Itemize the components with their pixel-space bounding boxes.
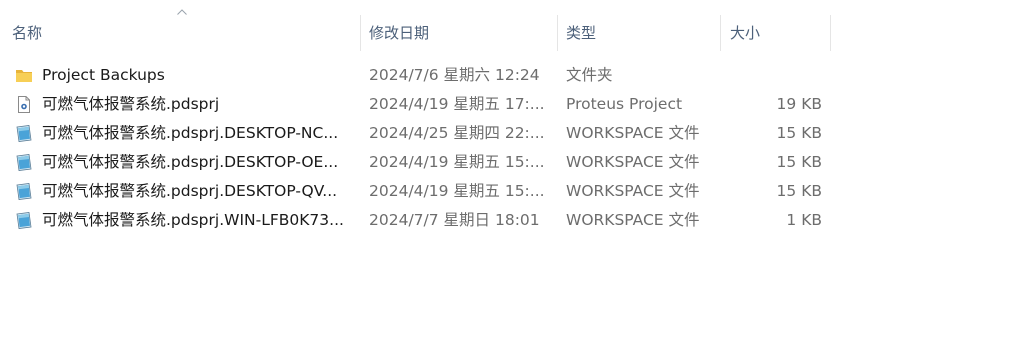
- file-size: 15 KB: [776, 182, 822, 200]
- file-name: 可燃气体报警系统.pdsprj: [42, 95, 220, 113]
- file-type: 文件夹: [566, 66, 613, 84]
- file-type: WORKSPACE 文件: [566, 124, 700, 142]
- file-row[interactable]: 可燃气体报警系统.pdsprj 2024/4/19 星期五 17:... Pro…: [0, 90, 1024, 119]
- proteus-file-icon: [15, 96, 33, 113]
- workspace-file-icon: [15, 125, 33, 142]
- file-size: 1 KB: [786, 211, 822, 229]
- file-name: 可燃气体报警系统.pdsprj.DESKTOP-OE...: [42, 153, 339, 171]
- file-date: 2024/4/25 星期四 22:...: [369, 124, 545, 142]
- file-size: 15 KB: [776, 153, 822, 171]
- file-name: 可燃气体报警系统.pdsprj.DESKTOP-QV...: [42, 182, 338, 200]
- workspace-file-icon: [15, 212, 33, 229]
- file-type: Proteus Project: [566, 95, 683, 113]
- file-type: WORKSPACE 文件: [566, 153, 700, 171]
- file-size: 15 KB: [776, 124, 822, 142]
- folder-icon: [15, 67, 33, 84]
- column-header-name[interactable]: 名称: [0, 15, 361, 51]
- file-row[interactable]: 可燃气体报警系统.pdsprj.WIN-LFB0K73... 2024/7/7 …: [0, 206, 1024, 235]
- column-header-date[interactable]: 修改日期: [361, 15, 558, 51]
- file-type: WORKSPACE 文件: [566, 211, 700, 229]
- file-name: 可燃气体报警系统.pdsprj.DESKTOP-NC...: [42, 124, 339, 142]
- file-date: 2024/4/19 星期五 17:...: [369, 95, 545, 113]
- file-type: WORKSPACE 文件: [566, 182, 700, 200]
- file-size: 19 KB: [776, 95, 822, 113]
- file-date: 2024/7/6 星期六 12:24: [369, 66, 540, 84]
- file-date: 2024/4/19 星期五 15:...: [369, 182, 545, 200]
- file-name: 可燃气体报警系统.pdsprj.WIN-LFB0K73...: [42, 211, 344, 229]
- column-header-bar: 名称 修改日期 类型 大小: [0, 0, 1024, 51]
- column-header-size[interactable]: 大小: [721, 15, 831, 51]
- file-row[interactable]: 可燃气体报警系统.pdsprj.DESKTOP-NC... 2024/4/25 …: [0, 119, 1024, 148]
- workspace-file-icon: [15, 183, 33, 200]
- file-row[interactable]: 可燃气体报警系统.pdsprj.DESKTOP-QV... 2024/4/19 …: [0, 177, 1024, 206]
- workspace-file-icon: [15, 154, 33, 171]
- file-row[interactable]: Project Backups 2024/7/6 星期六 12:24 文件夹: [0, 61, 1024, 90]
- column-header-type[interactable]: 类型: [558, 15, 721, 51]
- file-name: Project Backups: [42, 66, 165, 84]
- file-date: 2024/7/7 星期日 18:01: [369, 211, 540, 229]
- file-row[interactable]: 可燃气体报警系统.pdsprj.DESKTOP-OE... 2024/4/19 …: [0, 148, 1024, 177]
- file-date: 2024/4/19 星期五 15:...: [369, 153, 545, 171]
